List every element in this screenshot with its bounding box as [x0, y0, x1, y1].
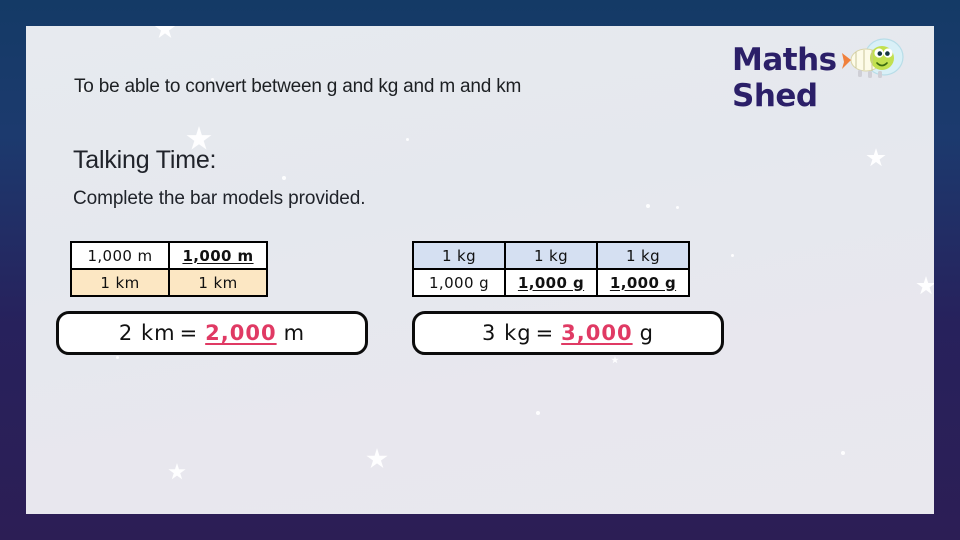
bar-cell: 1 km [168, 268, 268, 297]
maths-shed-logo: Maths Shed [714, 34, 924, 122]
bar-cell: 1 km [70, 268, 170, 297]
star-icon [154, 26, 176, 39]
bar-cell: 1,000 m [70, 241, 170, 270]
bar-cell-answer[interactable]: 1,000 g [504, 268, 598, 297]
slide-frame: To be able to convert between g and kg a… [0, 0, 960, 540]
sparkle-dot-icon [536, 411, 540, 415]
sparkle-dot-icon [282, 176, 286, 180]
star-icon [916, 276, 934, 295]
bar-cell-answer[interactable]: 1,000 g [596, 268, 690, 297]
bar-cell-answer[interactable]: 1,000 m [168, 241, 268, 270]
sparkle-dot-icon [406, 138, 409, 141]
slide-canvas: To be able to convert between g and kg a… [26, 26, 934, 514]
bar-model-table: 1,000 m 1,000 m 1 km 1 km [70, 241, 268, 297]
equation-equals: = [179, 321, 199, 345]
bar-cell: 1 kg [596, 241, 690, 270]
bar-cell: 1,000 g [412, 268, 506, 297]
bar-cell: 1 kg [504, 241, 598, 270]
star-icon [866, 148, 886, 167]
star-icon [366, 448, 388, 469]
equation-box-mass[interactable]: 3 kg = 3,000 g [412, 311, 724, 355]
sparkle-dot-icon [646, 204, 650, 208]
sparkle-dot-icon [841, 451, 845, 455]
section-instruction: Complete the bar models provided. [73, 188, 366, 209]
equation-equals: = [535, 321, 555, 345]
bar-cell: 1 kg [412, 241, 506, 270]
bar-model-length: 1,000 m 1,000 m 1 km 1 km [70, 241, 268, 297]
equation-unit: m [283, 321, 306, 345]
logo-wordmark: Maths Shed [732, 42, 837, 114]
section-title: Talking Time: [73, 146, 217, 174]
bar-model-top-row: 1 kg 1 kg 1 kg [412, 241, 690, 270]
sparkle-dot-icon [116, 356, 119, 359]
bar-model-table: 1 kg 1 kg 1 kg 1,000 g 1,000 g 1,000 g [412, 241, 690, 297]
equation-answer[interactable]: 2,000 [205, 321, 276, 345]
equation-answer[interactable]: 3,000 [561, 321, 632, 345]
star-icon [611, 356, 619, 364]
equation-unit: g [639, 321, 654, 345]
equation-left: 2 km [118, 321, 176, 345]
bar-model-bottom-row: 1 km 1 km [70, 268, 268, 297]
star-icon [168, 463, 186, 480]
equation-box-length[interactable]: 2 km = 2,000 m [56, 311, 368, 355]
lesson-objective: To be able to convert between g and kg a… [74, 76, 522, 97]
bar-model-top-row: 1,000 m 1,000 m [70, 241, 268, 270]
sparkle-dot-icon [731, 254, 734, 257]
equation-left: 3 kg [482, 321, 532, 345]
bar-model-mass: 1 kg 1 kg 1 kg 1,000 g 1,000 g 1,000 g [412, 241, 690, 297]
bar-model-bottom-row: 1,000 g 1,000 g 1,000 g [412, 268, 690, 297]
sparkle-dot-icon [676, 206, 679, 209]
